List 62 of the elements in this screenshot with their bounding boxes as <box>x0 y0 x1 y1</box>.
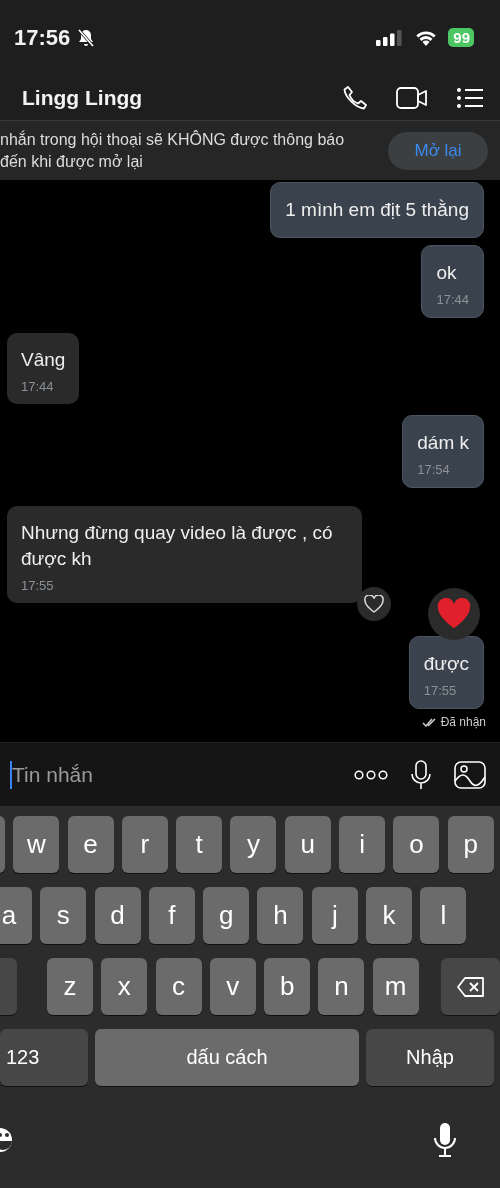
wifi-icon <box>414 29 439 46</box>
key[interactable]: l <box>420 887 467 944</box>
key[interactable]: d <box>94 887 141 944</box>
image-icon[interactable] <box>454 760 486 789</box>
key[interactable]: v <box>209 958 256 1015</box>
reopen-button[interactable]: Mở lại <box>388 131 488 170</box>
key[interactable]: h <box>257 887 304 944</box>
message-text: được <box>423 652 469 676</box>
message-text: Vâng <box>21 348 66 372</box>
space-key[interactable]: dấu cách <box>95 1029 359 1086</box>
muted-notice-text: nhắn trong hội thoại sẽ KHÔNG được thông báo đến khi được mở lại <box>0 129 346 172</box>
message-text: Nhưng đừng quay video là được , có được kh <box>21 521 334 571</box>
delivery-status: Đã nhận <box>440 715 486 729</box>
key[interactable]: m <box>372 958 419 1015</box>
key[interactable]: u <box>284 816 331 873</box>
message-time: 17:54 <box>417 462 451 477</box>
signal-icon <box>376 29 403 46</box>
message-text: 1 mình em địt 5 thằng <box>285 198 469 222</box>
key[interactable]: n <box>318 958 365 1015</box>
key[interactable]: k <box>366 887 413 944</box>
message-input[interactable]: Tin nhắn <box>10 760 332 789</box>
clock: 17:56 <box>14 24 71 51</box>
video-call-icon[interactable] <box>396 85 428 110</box>
key[interactable]: p <box>447 816 494 873</box>
dictation-icon[interactable] <box>432 1122 458 1158</box>
message-time: 17:44 <box>21 379 55 394</box>
key[interactable]: y <box>230 816 277 873</box>
message-time: 17:44 <box>436 292 469 307</box>
message-text: dám k <box>417 431 469 455</box>
heart-icon <box>436 598 472 630</box>
message-composer[interactable]: Tin nhắn <box>0 742 500 806</box>
reaction-button[interactable] <box>357 587 391 621</box>
key[interactable]: t <box>176 816 223 873</box>
microphone-icon[interactable] <box>410 759 432 790</box>
key[interactable]: e <box>67 816 114 873</box>
battery-indicator: 99 <box>448 28 474 47</box>
message-text: ok <box>436 261 458 285</box>
key[interactable]: o <box>393 816 440 873</box>
key[interactable]: a <box>0 887 32 944</box>
backspace-icon <box>456 976 485 997</box>
message-time: 17:55 <box>423 683 458 698</box>
key[interactable]: z <box>46 958 93 1015</box>
key[interactable]: j <box>311 887 358 944</box>
key[interactable]: f <box>148 887 195 944</box>
key[interactable]: x <box>101 958 148 1015</box>
key[interactable]: s <box>40 887 87 944</box>
heart-outline-icon <box>364 595 384 613</box>
return-key[interactable]: Nhập <box>366 1029 494 1086</box>
key[interactable]: w <box>13 816 60 873</box>
double-check-icon <box>421 717 438 727</box>
phone-icon[interactable] <box>342 84 368 111</box>
backspace-key[interactable] <box>441 958 500 1015</box>
key[interactable]: r <box>121 816 168 873</box>
menu-icon[interactable] <box>456 86 484 109</box>
more-icon[interactable] <box>354 769 388 780</box>
key[interactable]: b <box>264 958 311 1015</box>
numbers-key[interactable]: 123 <box>0 1029 88 1086</box>
key[interactable]: c <box>155 958 202 1015</box>
message-time: 17:55 <box>21 578 55 593</box>
key[interactable]: i <box>339 816 386 873</box>
contact-name: Lingg Lingg <box>22 85 143 110</box>
key[interactable]: g <box>203 887 250 944</box>
